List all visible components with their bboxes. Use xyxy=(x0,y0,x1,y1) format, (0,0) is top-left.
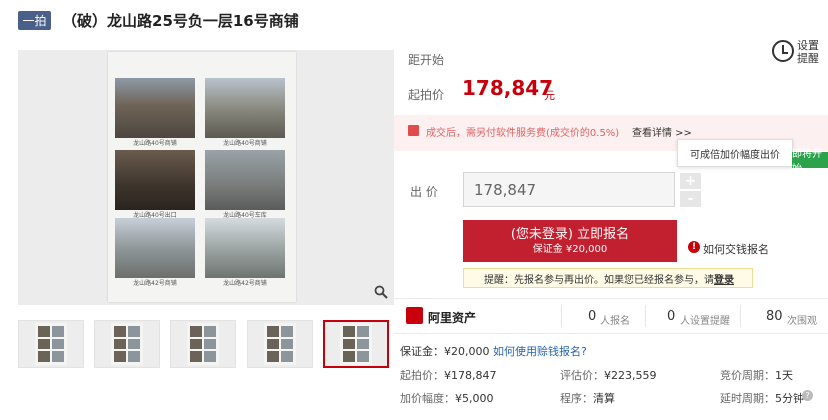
photo-caption: 龙山路40号商铺 xyxy=(223,140,267,147)
photo-3 xyxy=(115,150,195,210)
detail-value: ¥223,559 xyxy=(604,369,657,382)
service-fee-text: 成交后，需另付软件服务费(成交价的0.5%) xyxy=(426,128,620,139)
photo-caption: 龙山路42号商铺 xyxy=(133,280,177,287)
decrease-bid-button[interactable]: - xyxy=(680,191,701,207)
detail-value: 5分钟 xyxy=(775,392,804,405)
page-title: （破）龙山路25号负一层16号商铺 xyxy=(62,12,299,30)
zoom-icon[interactable] xyxy=(372,283,390,301)
info-icon: ! xyxy=(688,241,700,253)
gift-icon xyxy=(408,125,419,136)
how-to-pay-link[interactable]: 如何交钱报名 xyxy=(703,241,769,257)
detail-key: 起拍价： xyxy=(400,369,444,382)
detail-value: ¥5,000 xyxy=(455,392,494,405)
detail-value: 1天 xyxy=(775,369,793,382)
detail-value: 清算 xyxy=(593,392,615,405)
view-count: 80 xyxy=(766,309,783,324)
photo-4 xyxy=(205,150,285,210)
signup-deposit-label: 保证金 ¥20,000 xyxy=(532,243,608,255)
login-hint: 提醒：先报名参与再出价。如果您已经报名参与，请 登录 xyxy=(463,268,753,288)
detail-key: 延时周期： xyxy=(720,392,775,405)
photo-caption: 龙山路42号商铺 xyxy=(223,280,267,287)
photo-1 xyxy=(115,78,195,138)
detail-key: 评估价： xyxy=(560,369,604,382)
thumbnail-active[interactable] xyxy=(323,320,389,368)
thumbnail[interactable] xyxy=(247,320,313,368)
deposit-line: 保证金：¥20,000 如何使用赊钱报名? xyxy=(400,343,587,359)
credit-signup-link[interactable]: 如何使用赊钱报名? xyxy=(493,345,587,358)
countdown-label: 距开始 xyxy=(408,53,445,67)
photo-2 xyxy=(205,78,285,138)
detail-key: 加价幅度： xyxy=(400,392,455,405)
increase-bid-button[interactable]: + xyxy=(680,173,701,189)
detail-increment: 加价幅度：¥5,000 xyxy=(400,390,494,406)
divider xyxy=(740,305,741,327)
property-photo-sheet: 龙山路40号商铺 龙山路40号商铺 龙山路40号出口 龙山路40号车库 龙山路4… xyxy=(108,52,296,302)
thumbnail[interactable] xyxy=(18,320,84,368)
reminder-count-label: 人设置提醒 xyxy=(680,316,730,327)
signup-count-label: 人报名 xyxy=(600,316,630,327)
detail-value: ¥178,847 xyxy=(444,369,497,382)
detail-procedure: 程序：清算 xyxy=(560,390,615,406)
thumbnail[interactable] xyxy=(170,320,236,368)
ali-assets-logo-icon xyxy=(406,307,423,324)
alarm-clock-icon[interactable] xyxy=(772,40,794,62)
start-price-unit: 元 xyxy=(544,89,555,102)
detail-key: 竞价周期： xyxy=(720,369,775,382)
question-icon[interactable]: ? xyxy=(802,390,813,401)
status-badge: 即将开始 xyxy=(792,149,828,175)
signup-button[interactable]: (您未登录) 立即报名 保证金 ¥20,000 xyxy=(463,220,677,262)
detail-cycle: 竞价周期：1天 xyxy=(720,367,793,383)
detail-appraisal: 评估价：¥223,559 xyxy=(560,367,657,383)
detail-start-price: 起拍价：¥178,847 xyxy=(400,367,497,383)
bid-price-input[interactable]: 178,847 xyxy=(463,172,675,207)
signup-count: 0 xyxy=(588,309,597,324)
hint-text: 提醒：先报名参与再出价。如果您已经报名参与，请 xyxy=(484,274,714,286)
detail-delay: 延时周期：5分钟 xyxy=(720,390,804,406)
view-details-link[interactable]: 查看详情 >> xyxy=(632,124,692,139)
detail-key: 程序： xyxy=(560,392,593,405)
start-price-value: 178,847 xyxy=(462,76,554,100)
photo-caption: 龙山路40号商铺 xyxy=(133,140,177,147)
thumbnail[interactable] xyxy=(94,320,160,368)
increment-tooltip: 可成倍加价幅度出价 xyxy=(677,139,793,167)
round-badge: 一拍 xyxy=(18,11,51,30)
bid-label: 出 价 xyxy=(410,185,438,199)
divider xyxy=(645,305,646,327)
login-link[interactable]: 登录 xyxy=(714,271,734,286)
deposit-amount: 保证金：¥20,000 xyxy=(400,345,490,358)
photo-5 xyxy=(115,218,195,278)
divider xyxy=(561,305,562,327)
reminder-count: 0 xyxy=(667,309,676,324)
platform-name: 阿里资产 xyxy=(428,311,477,325)
set-reminder-button[interactable]: 设置提醒 xyxy=(797,39,823,65)
divider xyxy=(394,333,828,334)
divider xyxy=(394,298,828,299)
start-price-label: 起拍价 xyxy=(408,88,445,102)
photo-6 xyxy=(205,218,285,278)
signup-main-label: (您未登录) 立即报名 xyxy=(510,226,630,242)
view-count-label: 次围观 xyxy=(787,316,817,327)
